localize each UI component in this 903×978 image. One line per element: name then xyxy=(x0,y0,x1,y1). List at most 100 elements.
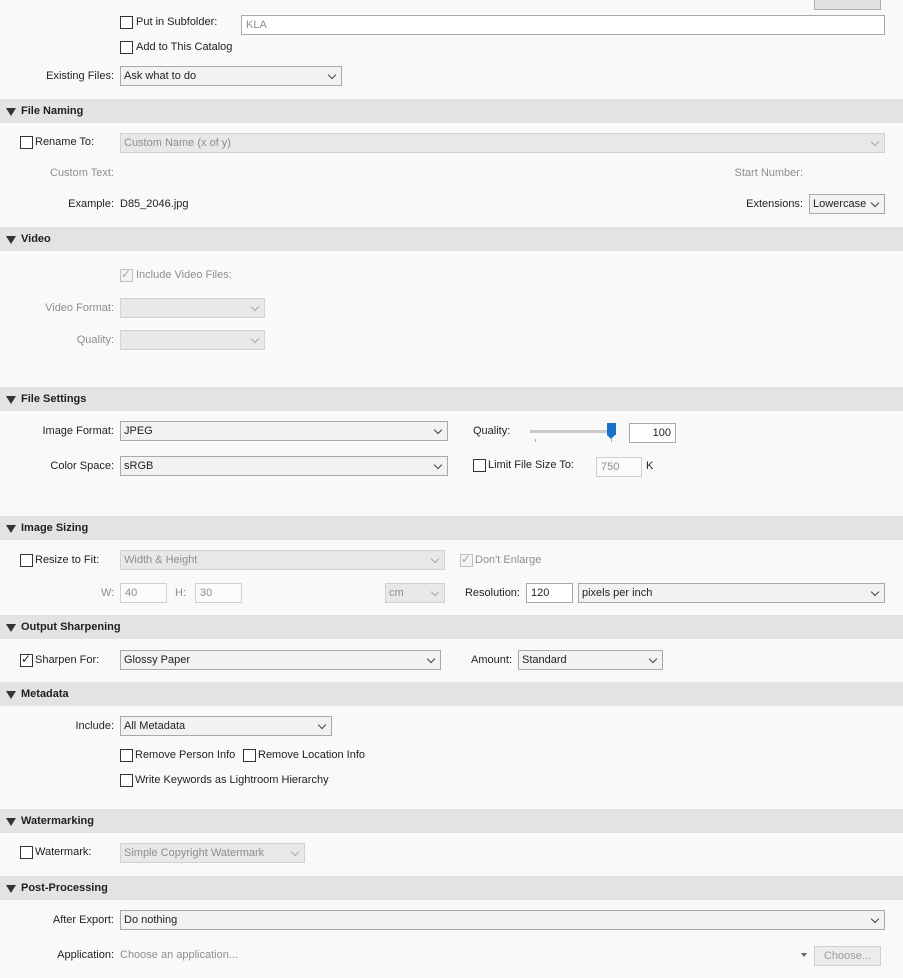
resolution-value: 120 xyxy=(531,587,550,599)
chevron-down-icon xyxy=(250,334,260,344)
limit-file-size-checkbox[interactable] xyxy=(473,459,486,472)
width-label: W: xyxy=(101,587,115,599)
size-unit-select[interactable]: cm xyxy=(385,583,445,603)
resize-mode-select[interactable]: Width & Height xyxy=(120,550,445,570)
color-space-select[interactable]: sRGB xyxy=(120,456,448,476)
add-to-catalog-label: Add to This Catalog xyxy=(136,41,233,53)
remove-location-info-checkbox[interactable] xyxy=(243,749,256,762)
sharpen-for-checkbox[interactable]: ✓ xyxy=(20,652,33,667)
resize-to-fit-checkbox[interactable] xyxy=(20,554,33,567)
existing-files-select[interactable]: Ask what to do xyxy=(120,66,342,86)
dont-enlarge-checkbox[interactable]: ✓ xyxy=(460,552,473,567)
start-number-label: Start Number: xyxy=(734,167,803,179)
remove-person-info-label: Remove Person Info xyxy=(135,749,236,761)
section-post-processing[interactable]: Post-Processing xyxy=(0,876,903,900)
subfolder-input[interactable]: KLA xyxy=(241,15,885,35)
sharpen-for-select[interactable]: Glossy Paper xyxy=(120,650,441,670)
write-keywords-checkbox[interactable] xyxy=(120,774,133,787)
chevron-down-icon xyxy=(648,654,658,664)
section-title: Image Sizing xyxy=(21,522,89,534)
quality-input[interactable]: 100 xyxy=(629,423,676,443)
video-format-select[interactable] xyxy=(120,298,265,318)
watermark-select[interactable]: Simple Copyright Watermark xyxy=(120,843,305,863)
section-image-sizing[interactable]: Image Sizing xyxy=(0,516,903,540)
section-title: File Settings xyxy=(21,393,87,405)
image-format-label: Image Format: xyxy=(42,425,114,437)
height-value: 30 xyxy=(200,587,213,599)
quality-slider-thumb[interactable] xyxy=(607,423,616,439)
quality-label: Quality: xyxy=(473,425,511,437)
section-title: Metadata xyxy=(21,688,69,700)
limit-file-size-value: 750 xyxy=(601,461,620,473)
resize-to-fit-label: Resize to Fit: xyxy=(35,554,100,566)
remove-person-info-checkbox[interactable] xyxy=(120,749,133,762)
resolution-label: Resolution: xyxy=(464,587,520,599)
chevron-down-icon xyxy=(430,554,440,564)
section-file-settings[interactable]: File Settings xyxy=(0,387,903,411)
quality-slider[interactable] xyxy=(530,422,618,444)
watermark-label: Watermark: xyxy=(35,846,92,858)
application-dropdown-arrow-icon[interactable] xyxy=(801,953,807,957)
width-value: 40 xyxy=(125,587,138,599)
chevron-down-icon xyxy=(870,587,880,597)
chevron-down-icon xyxy=(870,914,880,924)
rename-to-checkbox[interactable] xyxy=(20,136,33,149)
put-in-subfolder-label: Put in Subfolder: xyxy=(136,16,218,28)
resize-mode-value: Width & Height xyxy=(124,554,198,566)
section-video[interactable]: Video xyxy=(0,227,903,251)
include-video-checkbox[interactable]: ✓ xyxy=(120,267,133,282)
after-export-label: After Export: xyxy=(52,914,114,926)
existing-files-label: Existing Files: xyxy=(46,70,114,82)
add-to-catalog-checkbox[interactable] xyxy=(120,41,133,54)
sharpen-for-value: Glossy Paper xyxy=(124,654,191,666)
extensions-select[interactable]: Lowercase xyxy=(809,194,885,214)
remove-location-info-label: Remove Location Info xyxy=(258,749,366,761)
sharpen-for-label: Sharpen For: xyxy=(35,654,100,666)
put-in-subfolder-checkbox[interactable] xyxy=(120,16,133,29)
section-title: Video xyxy=(21,233,51,245)
limit-file-size-unit: K xyxy=(646,460,654,472)
color-space-value: sRGB xyxy=(124,460,154,472)
limit-file-size-input[interactable]: 750 xyxy=(596,457,642,477)
height-label: H: xyxy=(175,587,186,599)
application-placeholder[interactable]: Choose an application... xyxy=(120,949,238,961)
browse-button[interactable] xyxy=(814,0,881,10)
choose-button-label: Choose... xyxy=(823,950,872,962)
extensions-label: Extensions: xyxy=(746,198,803,210)
collapse-triangle-icon xyxy=(6,624,16,632)
chevron-down-icon xyxy=(433,460,443,470)
section-title: Output Sharpening xyxy=(21,621,121,633)
height-input[interactable]: 30 xyxy=(195,583,242,603)
section-watermarking[interactable]: Watermarking xyxy=(0,809,903,833)
image-format-select[interactable]: JPEG xyxy=(120,421,448,441)
amount-value: Standard xyxy=(522,654,567,666)
section-metadata[interactable]: Metadata xyxy=(0,682,903,706)
watermark-value: Simple Copyright Watermark xyxy=(124,847,265,859)
include-label: Include: xyxy=(75,720,114,732)
resolution-unit-select[interactable]: pixels per inch xyxy=(578,583,885,603)
include-metadata-value: All Metadata xyxy=(124,720,186,732)
rename-to-label: Rename To: xyxy=(35,136,95,148)
include-metadata-select[interactable]: All Metadata xyxy=(120,716,332,736)
collapse-triangle-icon xyxy=(6,525,16,533)
quality-slider-tick-min xyxy=(535,439,536,442)
limit-file-size-label: Limit File Size To: xyxy=(488,459,574,471)
collapse-triangle-icon xyxy=(6,108,16,116)
section-output-sharpening[interactable]: Output Sharpening xyxy=(0,615,903,639)
section-file-naming[interactable]: File Naming xyxy=(0,99,903,123)
after-export-select[interactable]: Do nothing xyxy=(120,910,885,930)
watermark-checkbox[interactable] xyxy=(20,846,33,859)
width-input[interactable]: 40 xyxy=(120,583,167,603)
video-quality-select[interactable] xyxy=(120,330,265,350)
amount-select[interactable]: Standard xyxy=(518,650,663,670)
application-label: Application: xyxy=(57,949,114,961)
color-space-label: Color Space: xyxy=(50,460,114,472)
choose-application-button[interactable]: Choose... xyxy=(814,946,881,966)
rename-to-select[interactable]: Custom Name (x of y) xyxy=(120,133,885,153)
section-title: File Naming xyxy=(21,105,84,117)
quality-slider-thumb-point xyxy=(607,435,615,439)
chevron-down-icon xyxy=(317,720,327,730)
chevron-down-icon xyxy=(250,302,260,312)
resolution-input[interactable]: 120 xyxy=(526,583,573,603)
quality-input-value: 100 xyxy=(652,427,671,439)
